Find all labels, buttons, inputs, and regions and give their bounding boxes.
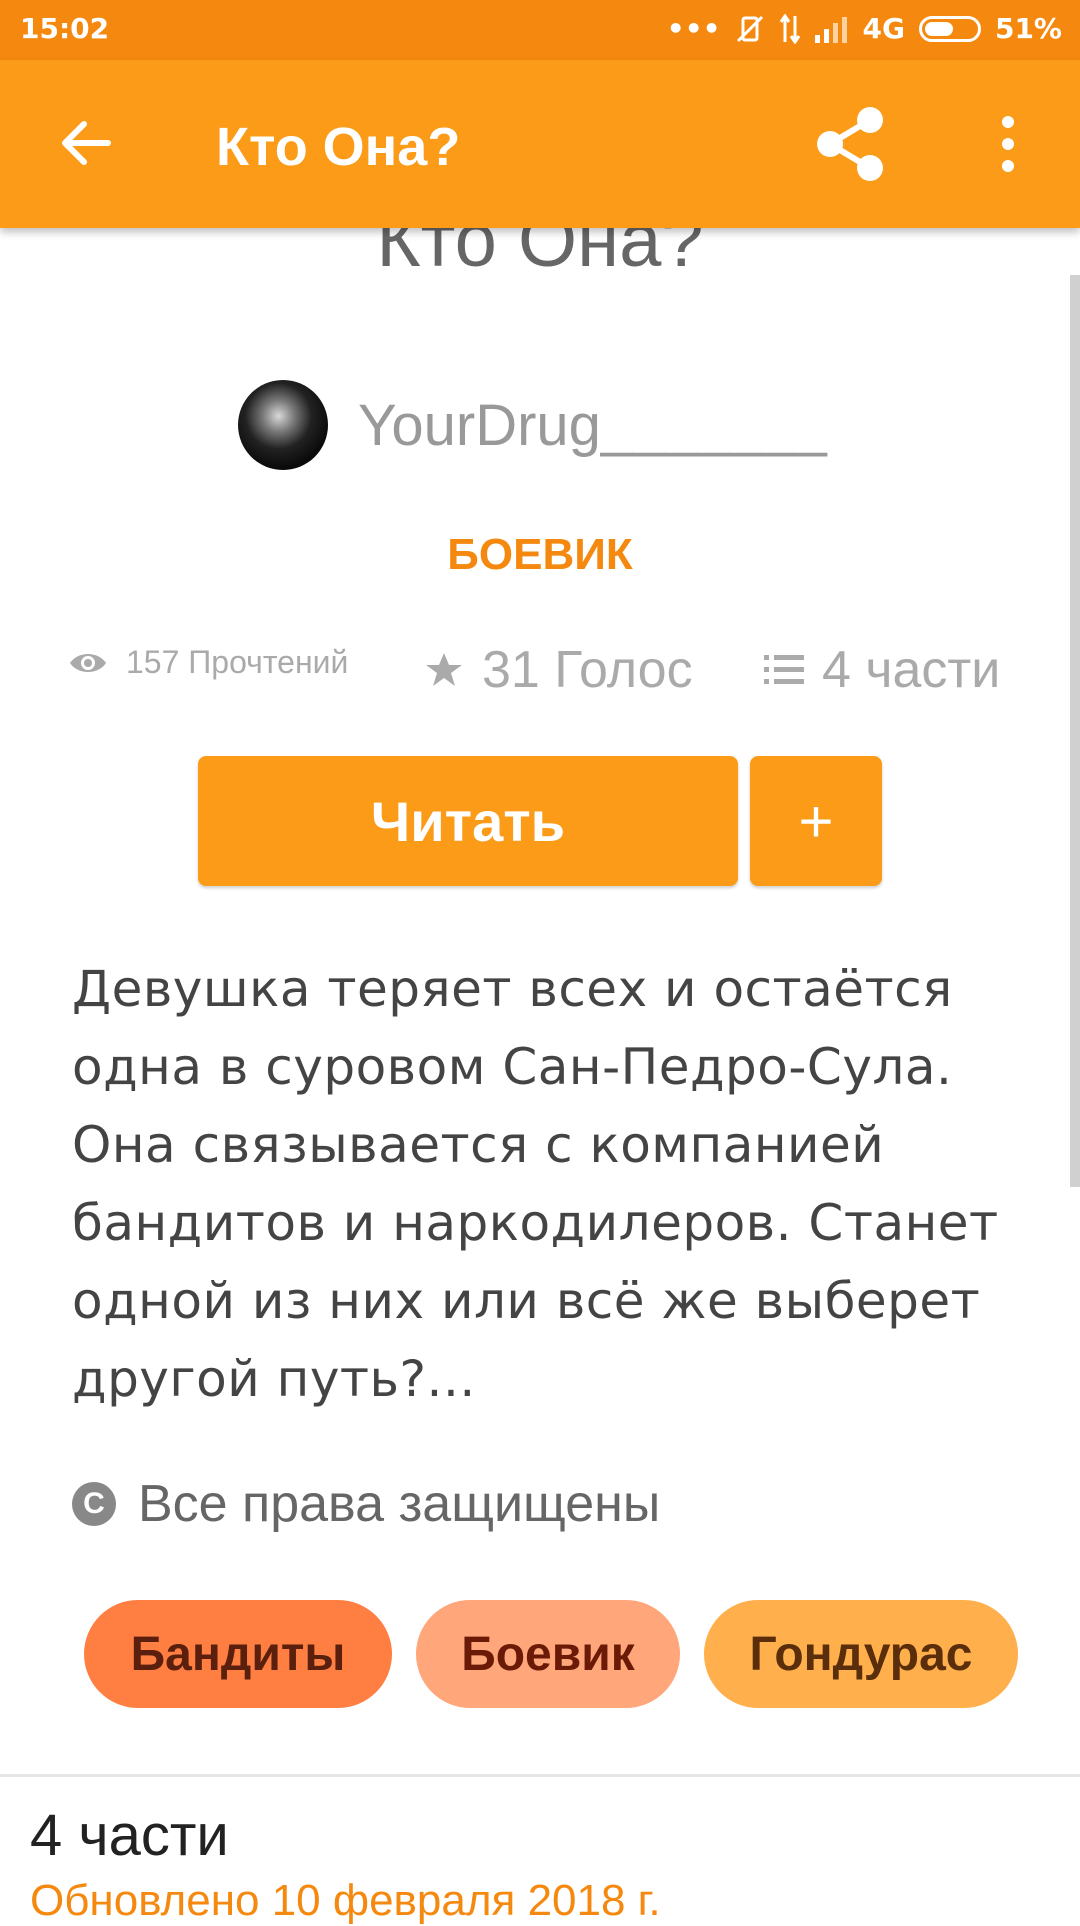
share-icon[interactable] (812, 104, 888, 184)
parts-stat: 4 части (764, 640, 1000, 700)
votes-count: 31 Голос (482, 641, 693, 699)
copyright-icon: C (72, 1482, 116, 1526)
app-bar: Кто Она? (0, 60, 1080, 228)
reads-count: 157 Прочтений (126, 644, 349, 680)
eye-icon (70, 653, 106, 672)
notification-dots-icon: ••• (666, 12, 721, 45)
network-type: 4G (862, 12, 905, 45)
copyright-text: Все права защищены (138, 1475, 661, 1533)
author-avatar[interactable] (238, 380, 328, 470)
parts-count: 4 части (822, 641, 1001, 699)
tag-chip[interactable]: Бандиты (84, 1600, 392, 1708)
app-bar-title: Кто Она? (216, 117, 461, 177)
votes-stat: 31 Голос (424, 640, 693, 700)
arrow-left-icon[interactable] (58, 116, 112, 170)
data-transfer-icon (779, 13, 800, 44)
copyright-row: C Все права защищены (72, 1474, 660, 1534)
read-button[interactable]: Читать (198, 756, 738, 886)
tags-row: Бандиты Боевик Гондурас (0, 1600, 1080, 1710)
status-time: 15:02 (20, 12, 110, 45)
story-description[interactable]: Девушка теряет всех и остаётся одна в су… (72, 950, 1012, 1418)
tag-chip[interactable]: Гондурас (704, 1600, 1018, 1708)
story-details-screen: Кто Она? YourDrug_______ БОЕВИК 157 Проч… (0, 0, 1080, 1925)
tag-chip[interactable]: Боевик (416, 1600, 680, 1708)
reads-stat: 157 Прочтений (68, 644, 348, 681)
battery-percent: 51% (994, 12, 1062, 45)
more-vertical-icon[interactable] (990, 114, 1026, 174)
parts-heading[interactable]: 4 части (30, 1802, 229, 1869)
genre-label[interactable]: БОЕВИК (0, 530, 1080, 580)
star-icon (426, 653, 462, 686)
updated-date: Обновлено 10 февраля 2018 г. (30, 1876, 661, 1925)
author-row[interactable]: YourDrug_______ (238, 380, 827, 470)
list-icon (764, 655, 804, 684)
status-icons: ••• 4G 51% (667, 12, 1062, 45)
status-bar: 15:02 ••• 4G 51% (0, 0, 1080, 60)
signal-icon (814, 16, 847, 43)
section-divider (0, 1774, 1080, 1777)
add-to-library-button[interactable]: + (750, 756, 882, 886)
scrollbar[interactable] (1070, 275, 1080, 1187)
vibrate-icon (736, 15, 763, 42)
battery-icon (918, 15, 981, 42)
author-name[interactable]: YourDrug_______ (358, 392, 827, 459)
story-stats: 157 Прочтений 31 Голос 4 части (0, 640, 1080, 710)
